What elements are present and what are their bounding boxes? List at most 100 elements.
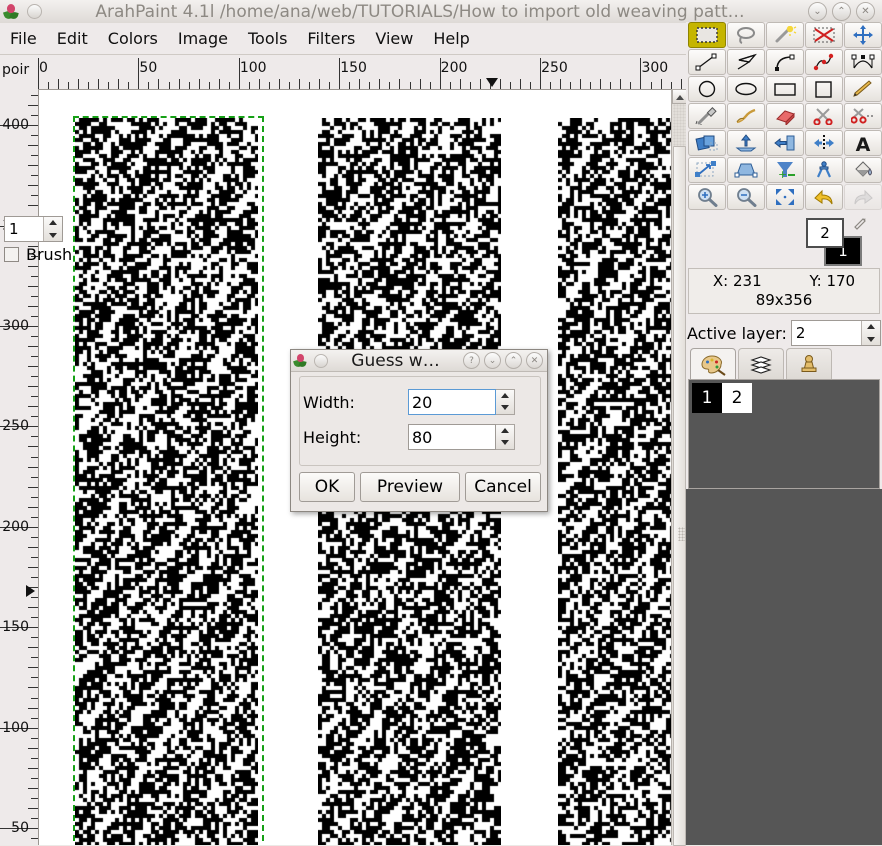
close-button[interactable]: ✕ [856, 2, 875, 21]
width-stepper[interactable] [496, 389, 515, 415]
curve-tool[interactable] [766, 49, 804, 75]
square-tool[interactable] [805, 76, 843, 102]
cut-dashed-tool[interactable] [844, 103, 882, 129]
circle-tool[interactable] [688, 76, 726, 102]
move-tool[interactable] [844, 22, 882, 48]
cut-tool[interactable] [805, 103, 843, 129]
ruler-tick [31, 717, 38, 719]
zoom-out-tool[interactable] [727, 184, 765, 210]
rectangle-outline-tool[interactable] [766, 76, 804, 102]
menu-filters[interactable]: Filters [297, 26, 365, 51]
ruler-tick [158, 79, 160, 89]
bezier-tool[interactable] [844, 49, 882, 75]
color-palette[interactable]: 12 [688, 379, 880, 489]
menu-colors[interactable]: Colors [98, 26, 168, 51]
dialog-maximize-button[interactable]: ⌃ [505, 352, 522, 369]
ruler-tick [660, 79, 662, 89]
preview-button[interactable]: Preview [360, 472, 460, 502]
eraser-tool[interactable] [766, 103, 804, 129]
title-bar: ArahPaint 4.1l /home/ana/web/TUTORIALS/H… [0, 0, 882, 24]
menu-image[interactable]: Image [168, 26, 238, 51]
copy-paste-tool[interactable] [688, 130, 726, 156]
smudge-tool[interactable] [727, 103, 765, 129]
menu-file[interactable]: File [0, 26, 47, 51]
window-menu-icon[interactable] [27, 4, 42, 19]
ruler-tick [31, 175, 38, 177]
ruler-label: 150 [2, 619, 29, 636]
active-layer-arrows[interactable] [861, 321, 880, 345]
color-indicator[interactable]: 1 2 [806, 218, 866, 266]
active-layer-value[interactable]: 2 [791, 321, 861, 345]
compass-tool[interactable] [805, 157, 843, 183]
cancel-button[interactable]: Cancel [465, 472, 541, 502]
zoom-in-tool[interactable] [688, 184, 726, 210]
fit-to-window-tool[interactable] [766, 184, 804, 210]
ruler-tick [31, 797, 38, 799]
rectangle-select-tool[interactable] [688, 22, 726, 48]
perspective-tool[interactable] [727, 157, 765, 183]
minimize-button[interactable]: ⌄ [808, 2, 827, 21]
freehand-curve-tool[interactable] [805, 49, 843, 75]
scale-tool[interactable] [688, 157, 726, 183]
ruler-tick [28, 647, 38, 649]
ruler-tick [459, 79, 461, 89]
height-stepper[interactable] [496, 424, 515, 450]
menu-view[interactable]: View [365, 26, 423, 51]
dialog-minimize-button[interactable]: ⌄ [484, 352, 501, 369]
menu-tools[interactable]: Tools [238, 26, 297, 51]
foreground-color-swatch[interactable]: 2 [806, 218, 844, 248]
canvas-vertical-scrollbar[interactable] [671, 89, 687, 846]
fill-bucket-tool[interactable] [844, 157, 882, 183]
ruler-tick [560, 79, 562, 89]
deselect-tool[interactable] [805, 22, 843, 48]
maximize-button[interactable]: ⌃ [832, 2, 851, 21]
height-input[interactable]: 80 [408, 424, 496, 450]
vertical-ruler[interactable]: 40035030025020015010050 [0, 89, 39, 845]
y-value: 170 [826, 272, 856, 290]
swap-colors-icon[interactable] [852, 216, 868, 232]
ruler-tick [509, 82, 511, 89]
pattern-block-3[interactable] [558, 118, 671, 845]
tab-stamp[interactable] [786, 348, 832, 380]
ruler-tick [28, 105, 38, 107]
scroll-up-button[interactable] [672, 89, 687, 104]
line-tool[interactable] [688, 49, 726, 75]
scrollbar-thumb[interactable] [673, 146, 686, 846]
brush-size-arrows[interactable] [43, 217, 62, 241]
tab-layers[interactable] [738, 348, 784, 380]
pencil-tool[interactable] [844, 76, 882, 102]
undo-tool[interactable] [805, 184, 843, 210]
scroll-trough[interactable] [673, 104, 686, 146]
polyline-tool[interactable] [727, 49, 765, 75]
brush-size-stepper[interactable]: 1 [4, 216, 63, 242]
brush-checkbox-row[interactable]: Brush [4, 245, 72, 264]
horizontal-ruler[interactable]: poir 0 50 100 150 200 250 300 [0, 58, 686, 90]
dialog-help-button[interactable]: ? [463, 352, 480, 369]
airbrush-tool[interactable] [688, 103, 726, 129]
menu-edit[interactable]: Edit [47, 26, 98, 51]
ok-button[interactable]: OK [299, 472, 355, 502]
active-layer-label: Active layer: [687, 323, 787, 343]
menu-help[interactable]: Help [423, 26, 479, 51]
brush-size-value[interactable]: 1 [5, 217, 43, 241]
width-input[interactable]: 20 [408, 389, 496, 415]
redo-tool[interactable] [844, 184, 882, 210]
dialog-close-button[interactable]: ✕ [526, 352, 543, 369]
magic-wand-tool[interactable] [766, 22, 804, 48]
tab-palette[interactable] [690, 348, 736, 380]
ruler-tick [28, 285, 38, 287]
palette-swatch-1[interactable]: 1 [692, 383, 722, 413]
ruler-label: 200 [440, 60, 468, 76]
ellipse-tool[interactable] [727, 76, 765, 102]
mirror-tool[interactable] [805, 130, 843, 156]
brush-checkbox[interactable] [4, 247, 19, 262]
dialog-menu-icon[interactable] [314, 353, 328, 368]
ruler-tick [31, 516, 38, 518]
palette-swatch-2[interactable]: 2 [722, 383, 752, 413]
weave-balance-tool[interactable]: + [766, 157, 804, 183]
text-tool[interactable]: A [844, 130, 882, 156]
active-layer-stepper[interactable]: 2 [790, 320, 881, 346]
flip-vertical-tool[interactable] [727, 130, 765, 156]
lasso-select-tool[interactable] [727, 22, 765, 48]
flip-horizontal-tool[interactable] [766, 130, 804, 156]
